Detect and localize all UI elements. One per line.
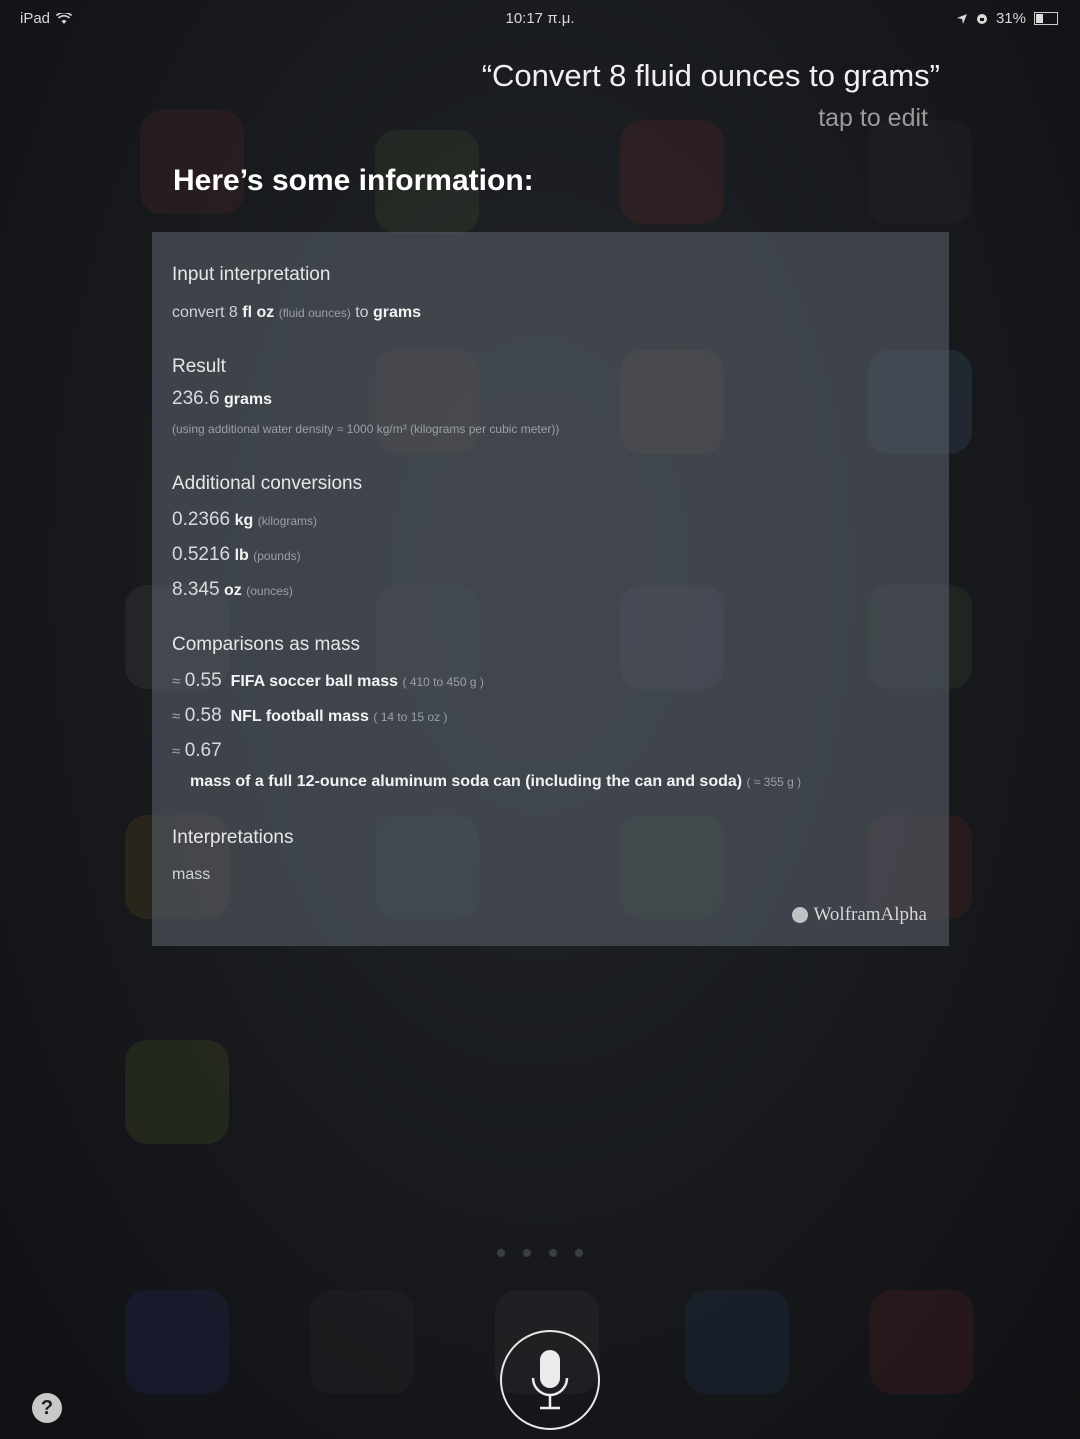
siri-response-heading: Here’s some information: <box>173 164 534 197</box>
comparison-row-continued: mass of a full 12-ounce aluminum soda ca… <box>190 773 801 791</box>
background-app-icon <box>125 1040 229 1144</box>
wolframalpha-star-icon <box>791 907 808 923</box>
status-bar: iPad 10:17 π.μ. 31% <box>0 0 1080 38</box>
interpretations-value[interactable]: mass <box>172 866 210 884</box>
input-target: grams <box>373 304 422 321</box>
conversion-row: 8.345 oz (ounces) <box>172 579 293 601</box>
wolframalpha-logo-text: WolframAlpha <box>813 904 928 925</box>
wolframalpha-logo[interactable]: WolframAlpha <box>791 904 928 926</box>
background-app-icon <box>620 120 724 224</box>
result-line: 236.6 grams <box>172 388 272 410</box>
comparison-row: ≈ 0.58 NFL football mass ( 14 to 15 oz ) <box>172 705 447 727</box>
status-right: 31% <box>956 10 1058 27</box>
input-unit: fl oz <box>242 304 275 321</box>
help-button[interactable]: ? <box>32 1393 62 1423</box>
comparison-approx-sign: ≈ <box>172 708 181 725</box>
input-prefix: convert 8 <box>172 304 238 321</box>
input-interpretation-title: Input interpretation <box>172 264 331 285</box>
input-unit-note: (fluid ounces) <box>278 306 351 320</box>
page-indicator <box>0 1244 1080 1262</box>
conversion-unit: lb <box>234 547 249 564</box>
result-note: (using additional water density ≈ 1000 k… <box>172 422 560 436</box>
conversion-value: 8.345 <box>172 579 220 600</box>
page-dot <box>575 1249 583 1257</box>
background-app-icon <box>868 120 972 224</box>
additional-conversions-title: Additional conversions <box>172 473 363 494</box>
comparison-note: ( 410 to 450 g ) <box>402 675 484 689</box>
dock-app-icon <box>870 1290 974 1394</box>
wolfram-result-card[interactable]: Input interpretation convert 8 fl oz (fl… <box>152 232 949 946</box>
input-to-word: to <box>355 304 369 321</box>
status-time: 10:17 π.μ. <box>505 10 575 27</box>
conversion-note: (ounces) <box>246 584 293 598</box>
conversion-row: 0.2366 kg (kilograms) <box>172 509 317 531</box>
conversion-value: 0.2366 <box>172 509 231 530</box>
comparison-label: FIFA soccer ball mass <box>230 673 399 690</box>
comparison-approx-sign: ≈ <box>172 673 181 690</box>
comparison-note: ( ≈ 355 g ) <box>746 775 802 789</box>
comparison-value: 0.58 <box>184 705 222 726</box>
comparison-row: ≈ 0.67 <box>172 740 222 762</box>
siri-microphone-button[interactable] <box>500 1330 600 1430</box>
input-interpretation-line: convert 8 fl oz (fluid ounces) to grams <box>172 304 421 322</box>
dock-app-icon <box>310 1290 414 1394</box>
dock-app-icon <box>685 1290 789 1394</box>
conversion-note: (pounds) <box>253 549 301 563</box>
page-dot <box>497 1249 505 1257</box>
conversion-row: 0.5216 lb (pounds) <box>172 544 301 566</box>
comparison-value: 0.55 <box>184 670 222 691</box>
comparison-row: ≈ 0.55 FIFA soccer ball mass ( 410 to 45… <box>172 670 484 692</box>
result-unit: grams <box>224 391 273 408</box>
conversion-value: 0.5216 <box>172 544 231 565</box>
comparison-approx-sign: ≈ <box>172 743 181 760</box>
comparison-label: NFL football mass <box>230 708 369 725</box>
battery-fill <box>1036 14 1043 23</box>
location-arrow-icon <box>956 13 967 24</box>
comparison-label: mass of a full 12-ounce aluminum soda ca… <box>190 773 743 790</box>
interpretations-title: Interpretations <box>172 827 294 848</box>
result-title: Result <box>172 356 226 377</box>
conversion-unit: oz <box>224 582 242 599</box>
dock-app-icon <box>125 1290 229 1394</box>
tap-to-edit-hint[interactable]: tap to edit <box>818 104 928 133</box>
background-app-icon <box>140 110 244 214</box>
result-value: 236.6 <box>172 388 220 409</box>
comparisons-title: Comparisons as mass <box>172 634 360 655</box>
comparison-value: 0.67 <box>184 740 222 761</box>
comparison-note: ( 14 to 15 oz ) <box>373 710 448 724</box>
battery-icon <box>1034 12 1058 25</box>
page-dot <box>523 1249 531 1257</box>
siri-query-text[interactable]: “Convert 8 fluid ounces to grams” <box>482 58 940 94</box>
rotation-lock-icon <box>976 13 987 24</box>
battery-percent: 31% <box>995 10 1026 27</box>
conversion-unit: kg <box>234 512 254 529</box>
microphone-icon <box>531 1350 569 1410</box>
conversion-note: (kilograms) <box>257 514 318 528</box>
page-dot <box>549 1249 557 1257</box>
